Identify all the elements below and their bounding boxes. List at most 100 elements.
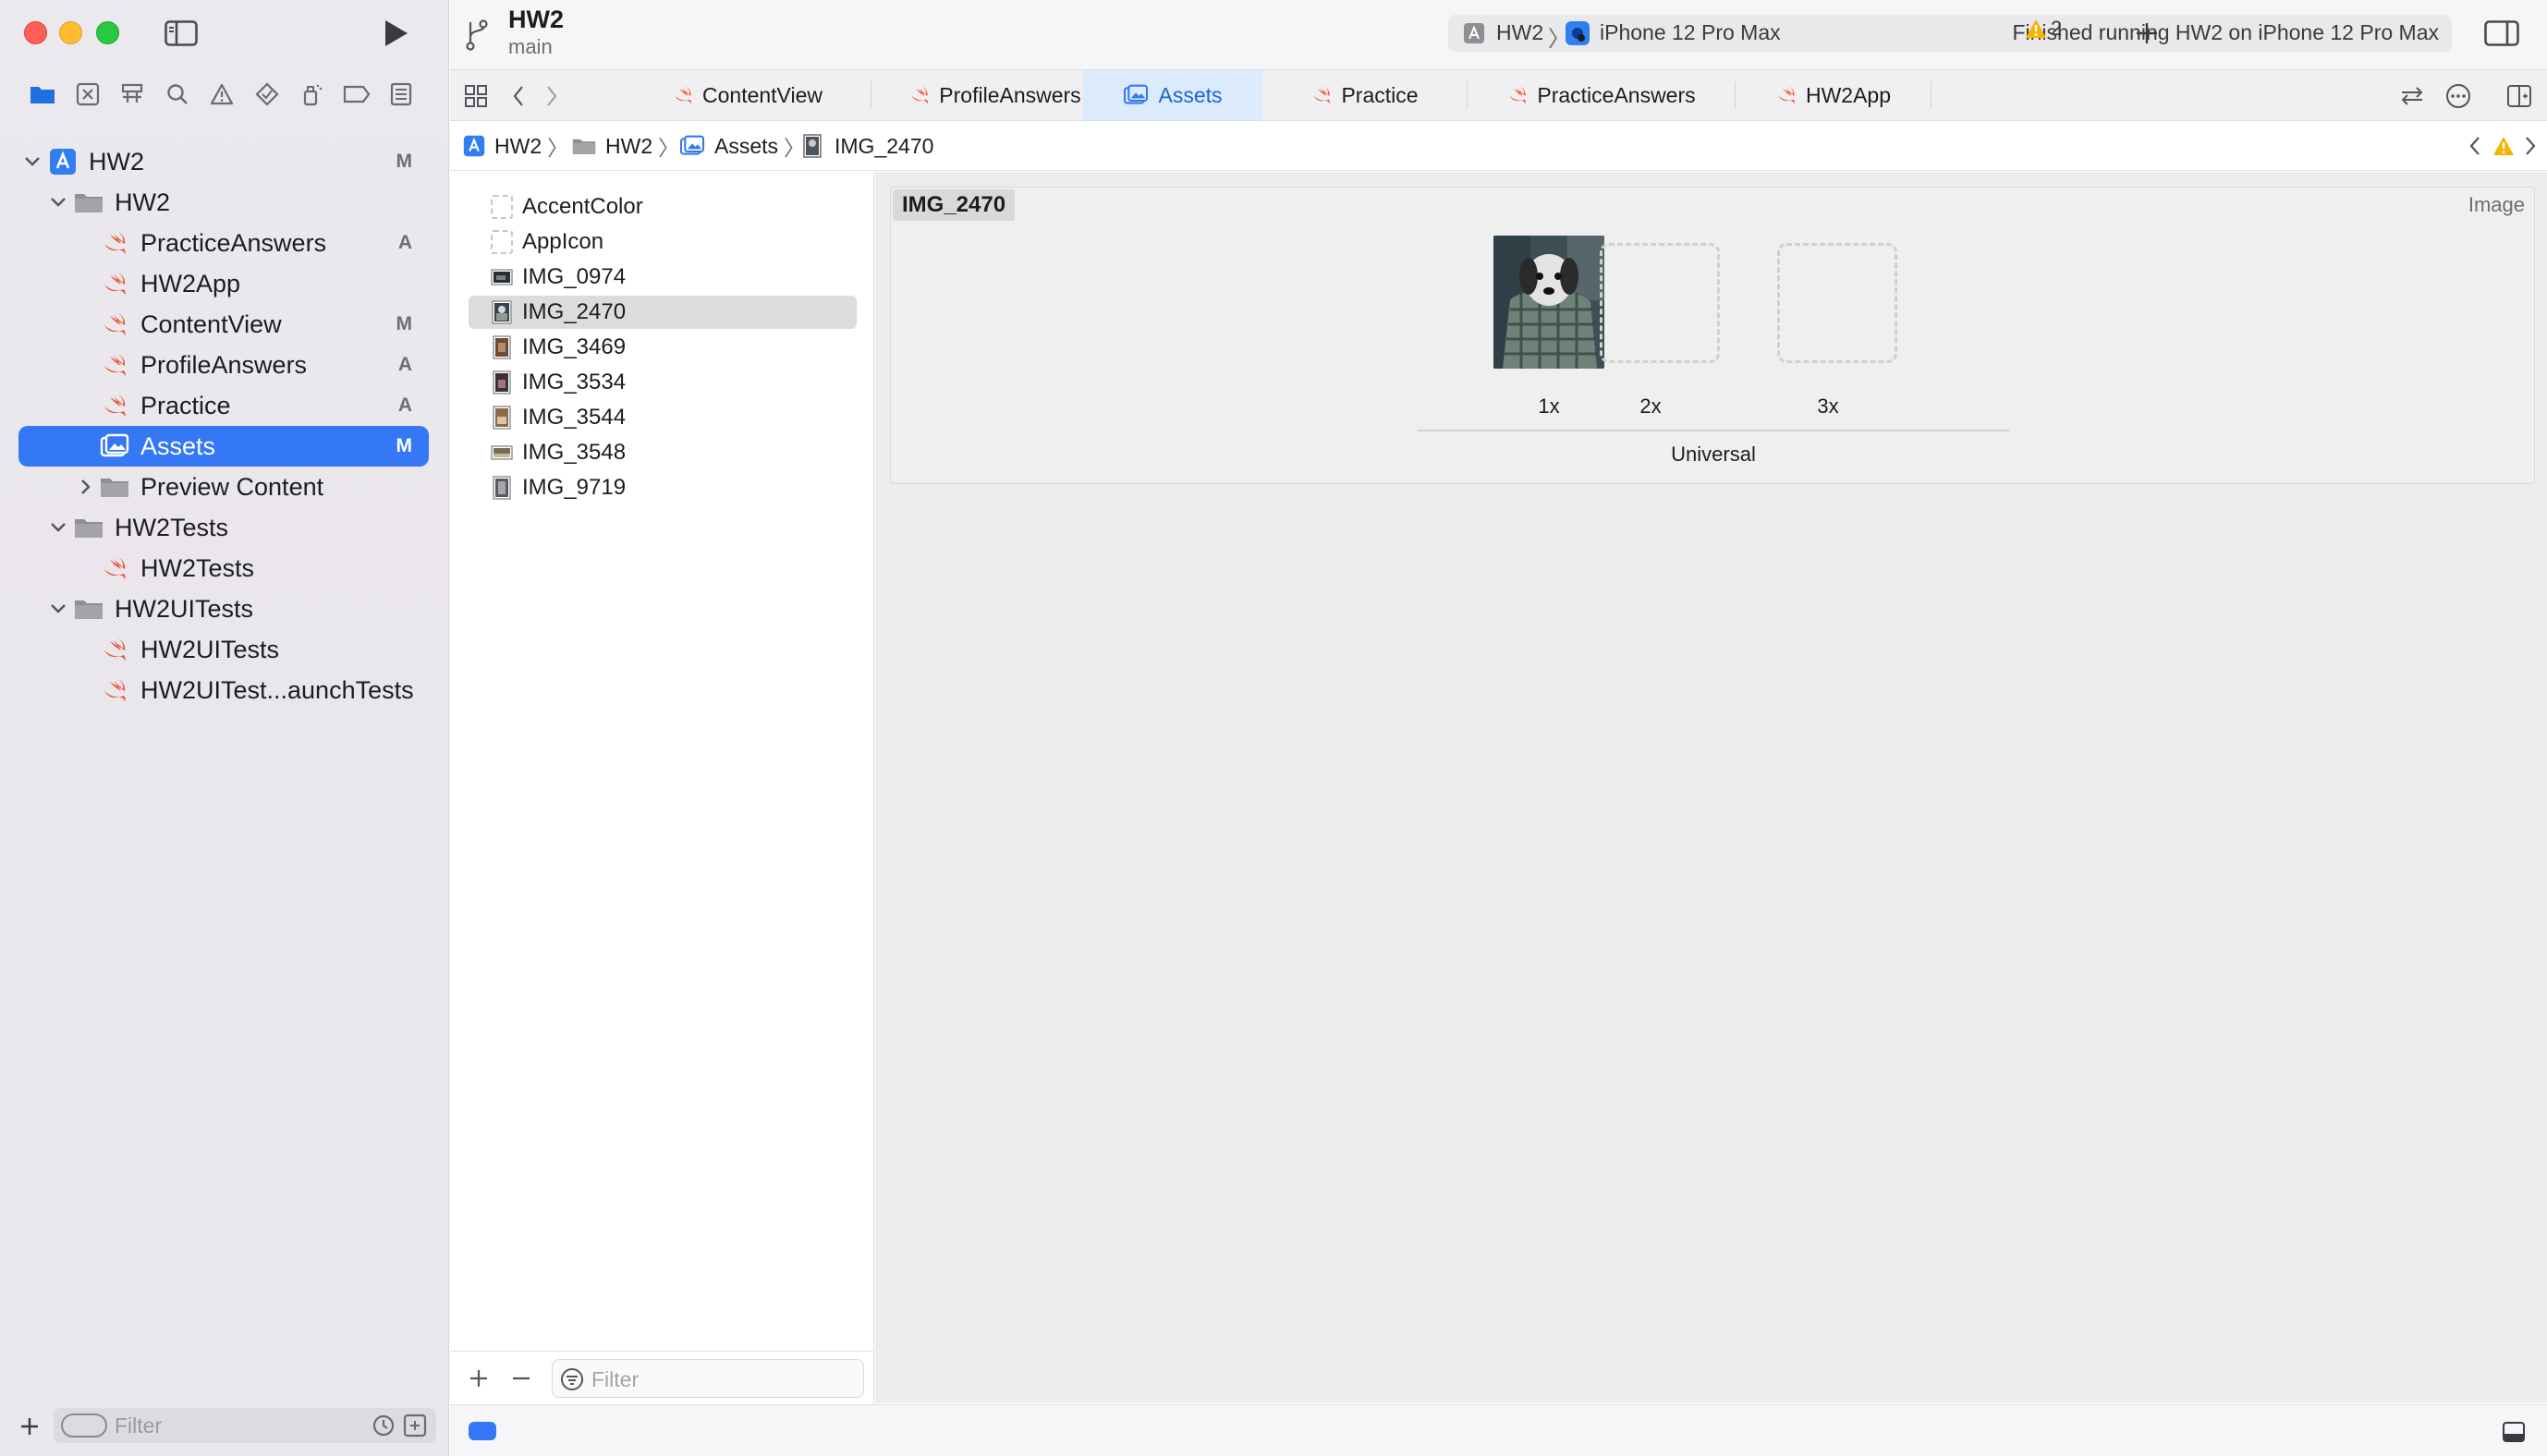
tree-item-label: ProfileAnswers: [140, 350, 308, 379]
chevron-down-icon[interactable]: [22, 152, 43, 172]
navigator-filter-field[interactable]: Filter: [54, 1408, 436, 1443]
swift-file-icon: [1778, 86, 1795, 104]
source-control-filter-icon[interactable]: [403, 1414, 427, 1438]
breadcrumb-folder[interactable]: HW2 〉: [572, 121, 679, 171]
asset-item-img-3544[interactable]: IMG_3544: [469, 401, 857, 434]
asset-item-appicon[interactable]: AppIcon: [469, 225, 857, 259]
tree-item-hw2app[interactable]: HW2App: [18, 263, 429, 304]
breadcrumb-assets[interactable]: Assets 〉: [679, 121, 805, 171]
chevron-right-icon[interactable]: [76, 477, 96, 497]
tree-item-folder-hw2uitests[interactable]: HW2UITests: [18, 588, 429, 629]
code-review-button[interactable]: [2396, 81, 2428, 111]
image-thumbnail-icon: [803, 134, 822, 158]
tree-item-assets[interactable]: Assets M: [18, 426, 429, 467]
image-slot-3x[interactable]: [1768, 236, 1897, 370]
asset-label: IMG_3534: [522, 370, 627, 394]
breakpoints-toggle-icon[interactable]: [469, 1422, 496, 1440]
tree-item-folder-hw2[interactable]: HW2: [18, 182, 429, 223]
zoom-window-button[interactable]: [96, 21, 119, 44]
tree-item-launchtests-file[interactable]: HW2UITest...aunchTests: [18, 670, 429, 710]
chevron-right-icon: 〉: [658, 136, 680, 160]
tab-practiceanswers[interactable]: PracticeAnswers: [1468, 70, 1736, 120]
tree-item-project-hw2[interactable]: HW2 M: [18, 141, 429, 182]
tab-practice[interactable]: Practice: [1262, 70, 1468, 120]
tab-label: PracticeAnswers: [1537, 82, 1696, 107]
swift-file-icon: [675, 86, 691, 104]
asset-item-img-0974[interactable]: IMG_0974: [469, 261, 857, 294]
remove-asset-button[interactable]: [507, 1365, 535, 1392]
source-control-navigator-tab[interactable]: [73, 79, 103, 109]
asset-item-img-3548[interactable]: IMG_3548: [469, 436, 857, 469]
breakpoint-navigator-tab[interactable]: [342, 79, 372, 109]
sidebar-toggle-icon: [165, 20, 198, 46]
tree-item-label: HW2UITest...aunchTests: [140, 675, 414, 704]
tab-assets[interactable]: Assets: [1083, 70, 1262, 120]
project-navigator-tab[interactable]: [28, 79, 57, 109]
editor-options-button[interactable]: [2443, 81, 2474, 111]
minimize-window-button[interactable]: [59, 21, 82, 44]
add-file-button[interactable]: [15, 1412, 44, 1441]
modified-badge: M: [396, 313, 413, 334]
tree-item-folder-hw2tests[interactable]: HW2Tests: [18, 507, 429, 548]
related-items-button[interactable]: [461, 81, 491, 111]
chevron-down-icon[interactable]: [48, 517, 68, 538]
branch-name: main: [508, 35, 553, 58]
tab-label: HW2App: [1805, 82, 1892, 107]
tree-item-practice[interactable]: Practice A: [18, 385, 429, 426]
toggle-inspector-button[interactable]: [2481, 17, 2522, 50]
tab-hw2app[interactable]: HW2App: [1736, 70, 1932, 120]
issue-warning-indicator[interactable]: [2491, 132, 2517, 160]
debug-area-icon: [2503, 1422, 2525, 1442]
recent-files-icon[interactable]: [372, 1414, 396, 1438]
tree-item-hw2tests-file[interactable]: HW2Tests: [18, 548, 429, 588]
run-destination-selector[interactable]: iPhone 12 Pro Max: [1600, 20, 1781, 45]
tree-item-contentview[interactable]: ContentView M: [18, 304, 429, 345]
tree-item-hw2uitests-file[interactable]: HW2UITests: [18, 629, 429, 670]
issue-navigator-tab[interactable]: [207, 79, 237, 109]
tree-item-label: HW2: [115, 188, 170, 216]
test-navigator-tab[interactable]: [252, 79, 282, 109]
asset-item-img-3469[interactable]: IMG_3469: [469, 331, 857, 364]
run-button[interactable]: [370, 17, 421, 50]
chevron-down-icon[interactable]: [48, 192, 68, 212]
asset-item-img-3534[interactable]: IMG_3534: [469, 366, 857, 399]
tree-item-label: Assets: [140, 431, 216, 460]
breadcrumb-project[interactable]: HW2 〉: [463, 121, 568, 171]
toggle-debug-area-button[interactable]: [2500, 1418, 2528, 1446]
scheme-selector[interactable]: HW2: [1496, 20, 1543, 45]
breadcrumb-image-set[interactable]: IMG_2470: [803, 121, 933, 171]
find-navigator-tab[interactable]: [163, 79, 192, 109]
asset-item-img-2470[interactable]: IMG_2470: [469, 296, 857, 329]
split-editor-button[interactable]: [2504, 81, 2535, 111]
swift-file-icon: [100, 270, 129, 297]
image-slot-2x[interactable]: [1590, 236, 1720, 370]
back-button[interactable]: [507, 81, 530, 111]
asset-filter-field[interactable]: Filter: [552, 1359, 864, 1398]
filter-icon: [561, 1368, 583, 1390]
chevron-right-icon: [2526, 137, 2536, 155]
tree-item-profileanswers[interactable]: ProfileAnswers A: [18, 345, 429, 385]
swift-file-icon: [100, 392, 129, 419]
previous-issue-button[interactable]: [2465, 132, 2485, 160]
report-navigator-tab[interactable]: [386, 79, 416, 109]
asset-item-accentcolor[interactable]: AccentColor: [469, 190, 857, 224]
tab-contentview[interactable]: ContentView: [624, 70, 871, 120]
symbol-navigator-tab[interactable]: [117, 79, 147, 109]
asset-item-img-9719[interactable]: IMG_9719: [469, 471, 857, 504]
tab-profileanswers[interactable]: ProfileAnswers: [871, 70, 1119, 120]
next-issue-button[interactable]: [2520, 132, 2541, 160]
forward-button[interactable]: [541, 81, 563, 111]
add-asset-button[interactable]: [465, 1365, 493, 1392]
filter-options-icon[interactable]: [61, 1414, 107, 1438]
tree-item-practiceanswers[interactable]: PracticeAnswers A: [18, 223, 429, 263]
library-button[interactable]: [2128, 17, 2165, 50]
toggle-navigator-button[interactable]: [163, 18, 200, 48]
tree-item-preview-content[interactable]: Preview Content: [18, 467, 429, 507]
warnings-indicator[interactable]: 2: [2025, 17, 2062, 41]
breadcrumb-label: HW2: [605, 133, 653, 158]
tree-item-label: HW2Tests: [140, 553, 255, 582]
filter-placeholder: Filter: [115, 1414, 163, 1438]
close-window-button[interactable]: [24, 21, 47, 44]
chevron-down-icon[interactable]: [48, 599, 68, 619]
debug-navigator-tab[interactable]: [297, 79, 326, 109]
